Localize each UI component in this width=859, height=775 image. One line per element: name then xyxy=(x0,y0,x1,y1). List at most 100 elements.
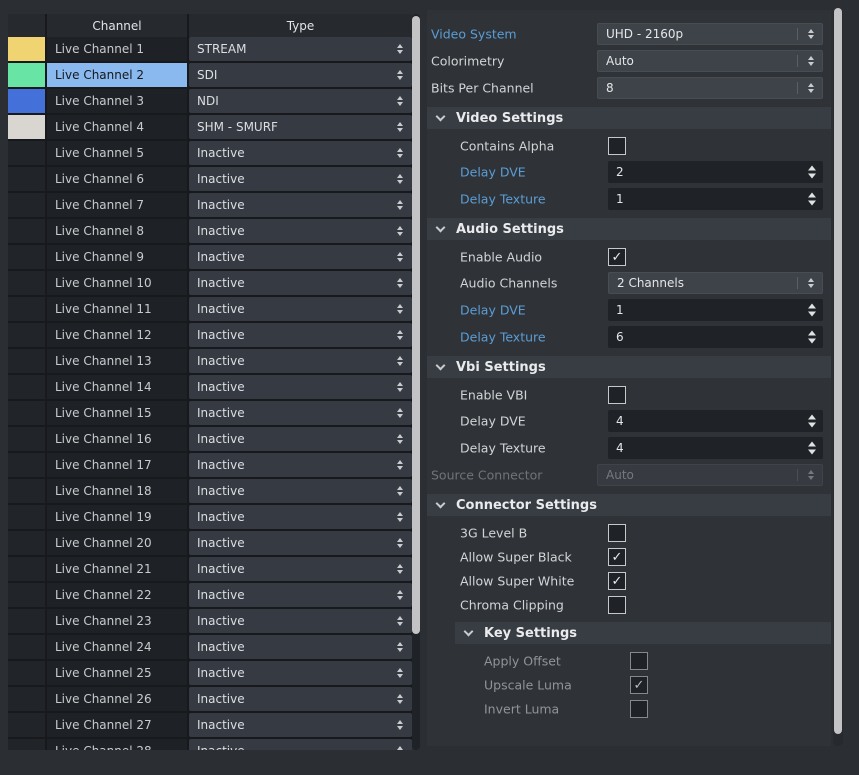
delay-dve-spinbox[interactable]: 2 xyxy=(608,161,823,183)
delay-dve-spinbox[interactable]: 1 xyxy=(608,299,823,321)
table-row[interactable]: Live Channel 19Inactive xyxy=(8,505,412,529)
channel-name[interactable]: Live Channel 5 xyxy=(47,141,187,165)
audio-channels-dropdown[interactable]: 2 Channels xyxy=(608,272,823,294)
channel-name[interactable]: Live Channel 2 xyxy=(47,63,187,87)
channel-type-dropdown[interactable]: Inactive xyxy=(189,323,412,347)
channel-type-dropdown[interactable]: Inactive xyxy=(189,505,412,529)
channel-type-dropdown[interactable]: Inactive xyxy=(189,583,412,607)
table-row[interactable]: Live Channel 12Inactive xyxy=(8,323,412,347)
channel-type-dropdown[interactable]: Inactive xyxy=(189,557,412,581)
table-row[interactable]: Live Channel 13Inactive xyxy=(8,349,412,373)
channel-name[interactable]: Live Channel 8 xyxy=(47,219,187,243)
table-row[interactable]: Live Channel 10Inactive xyxy=(8,271,412,295)
table-row[interactable]: Live Channel 28Inactive xyxy=(8,739,412,750)
channel-name[interactable]: Live Channel 7 xyxy=(47,193,187,217)
enable-audio-checkbox[interactable]: ✓ xyxy=(608,248,626,266)
3g-level-b-checkbox[interactable] xyxy=(608,524,626,542)
table-row[interactable]: Live Channel 14Inactive xyxy=(8,375,412,399)
channel-type-dropdown[interactable]: Inactive xyxy=(189,167,412,191)
section-header-connector-settings[interactable]: Connector Settings xyxy=(427,494,831,516)
channel-type-dropdown[interactable]: Inactive xyxy=(189,635,412,659)
allow-super-black-checkbox[interactable]: ✓ xyxy=(608,548,626,566)
channel-type-dropdown[interactable]: Inactive xyxy=(189,219,412,243)
channel-name[interactable]: Live Channel 24 xyxy=(47,635,187,659)
channel-type-dropdown[interactable]: Inactive xyxy=(189,141,412,165)
channel-name[interactable]: Live Channel 6 xyxy=(47,167,187,191)
table-row[interactable]: Live Channel 24Inactive xyxy=(8,635,412,659)
channel-type-dropdown[interactable]: Inactive xyxy=(189,739,412,750)
channel-type-dropdown[interactable]: Inactive xyxy=(189,609,412,633)
bits-per-channel-dropdown[interactable]: 8 xyxy=(597,77,823,99)
section-header-video-settings[interactable]: Video Settings xyxy=(427,107,831,129)
channel-type-dropdown[interactable]: Inactive xyxy=(189,193,412,217)
table-row[interactable]: Live Channel 4SHM - SMURF xyxy=(8,115,412,139)
channel-type-dropdown[interactable]: Inactive xyxy=(189,479,412,503)
channel-type-dropdown[interactable]: Inactive xyxy=(189,687,412,711)
channel-type-dropdown[interactable]: Inactive xyxy=(189,661,412,685)
chroma-clipping-checkbox[interactable] xyxy=(608,596,626,614)
channel-table-scrollbar[interactable] xyxy=(412,14,420,750)
section-header-vbi-settings[interactable]: Vbi Settings xyxy=(427,356,831,378)
channel-name[interactable]: Live Channel 3 xyxy=(47,89,187,113)
channel-name[interactable]: Live Channel 9 xyxy=(47,245,187,269)
table-row[interactable]: Live Channel 17Inactive xyxy=(8,453,412,477)
table-row[interactable]: Live Channel 5Inactive xyxy=(8,141,412,165)
table-row[interactable]: Live Channel 25Inactive xyxy=(8,661,412,685)
channel-name[interactable]: Live Channel 18 xyxy=(47,479,187,503)
scrollbar-thumb[interactable] xyxy=(412,16,420,634)
table-row[interactable]: Live Channel 23Inactive xyxy=(8,609,412,633)
table-row[interactable]: Live Channel 8Inactive xyxy=(8,219,412,243)
table-row[interactable]: Live Channel 22Inactive xyxy=(8,583,412,607)
table-row[interactable]: Live Channel 15Inactive xyxy=(8,401,412,425)
table-row[interactable]: Live Channel 21Inactive xyxy=(8,557,412,581)
enable-vbi-checkbox[interactable] xyxy=(608,386,626,404)
table-row[interactable]: Live Channel 2SDI xyxy=(8,63,412,87)
channel-type-dropdown[interactable]: Inactive xyxy=(189,271,412,295)
allow-super-white-checkbox[interactable]: ✓ xyxy=(608,572,626,590)
channel-type-dropdown[interactable]: Inactive xyxy=(189,375,412,399)
channel-name[interactable]: Live Channel 17 xyxy=(47,453,187,477)
channel-name[interactable]: Live Channel 12 xyxy=(47,323,187,347)
channel-name[interactable]: Live Channel 15 xyxy=(47,401,187,425)
channel-type-dropdown[interactable]: Inactive xyxy=(189,297,412,321)
table-row[interactable]: Live Channel 20Inactive xyxy=(8,531,412,555)
channel-type-dropdown[interactable]: Inactive xyxy=(189,401,412,425)
channel-name[interactable]: Live Channel 25 xyxy=(47,661,187,685)
section-header-key-settings[interactable]: Key Settings xyxy=(455,622,831,644)
channel-name[interactable]: Live Channel 10 xyxy=(47,271,187,295)
channel-type-dropdown[interactable]: SHM - SMURF xyxy=(189,115,412,139)
video-system-dropdown[interactable]: UHD - 2160p xyxy=(597,23,823,45)
table-row[interactable]: Live Channel 7Inactive xyxy=(8,193,412,217)
settings-panel-scrollbar[interactable] xyxy=(833,8,843,746)
channel-type-dropdown[interactable]: STREAM xyxy=(189,37,412,61)
upscale-luma-checkbox[interactable]: ✓ xyxy=(630,676,648,694)
channel-type-dropdown[interactable]: Inactive xyxy=(189,713,412,737)
invert-luma-checkbox[interactable] xyxy=(630,700,648,718)
channel-name[interactable]: Live Channel 22 xyxy=(47,583,187,607)
delay-texture-spinbox[interactable]: 6 xyxy=(608,326,823,348)
table-row[interactable]: Live Channel 11Inactive xyxy=(8,297,412,321)
channel-name[interactable]: Live Channel 23 xyxy=(47,609,187,633)
channel-name[interactable]: Live Channel 20 xyxy=(47,531,187,555)
channel-name[interactable]: Live Channel 16 xyxy=(47,427,187,451)
table-row[interactable]: Live Channel 26Inactive xyxy=(8,687,412,711)
contains-alpha-checkbox[interactable] xyxy=(608,137,626,155)
channel-name[interactable]: Live Channel 21 xyxy=(47,557,187,581)
channel-type-dropdown[interactable]: Inactive xyxy=(189,531,412,555)
channel-name[interactable]: Live Channel 1 xyxy=(47,37,187,61)
scrollbar-thumb[interactable] xyxy=(834,8,842,734)
table-row[interactable]: Live Channel 16Inactive xyxy=(8,427,412,451)
channel-type-dropdown[interactable]: NDI xyxy=(189,89,412,113)
table-row[interactable]: Live Channel 3NDI xyxy=(8,89,412,113)
channel-name[interactable]: Live Channel 14 xyxy=(47,375,187,399)
channel-type-dropdown[interactable]: Inactive xyxy=(189,349,412,373)
table-row[interactable]: Live Channel 6Inactive xyxy=(8,167,412,191)
delay-dve-spinbox[interactable]: 4 xyxy=(608,410,823,432)
delay-texture-spinbox[interactable]: 4 xyxy=(608,437,823,459)
channel-name[interactable]: Live Channel 4 xyxy=(47,115,187,139)
channel-name[interactable]: Live Channel 26 xyxy=(47,687,187,711)
channel-type-dropdown[interactable]: SDI xyxy=(189,63,412,87)
channel-type-dropdown[interactable]: Inactive xyxy=(189,453,412,477)
channel-name[interactable]: Live Channel 27 xyxy=(47,713,187,737)
table-row[interactable]: Live Channel 27Inactive xyxy=(8,713,412,737)
